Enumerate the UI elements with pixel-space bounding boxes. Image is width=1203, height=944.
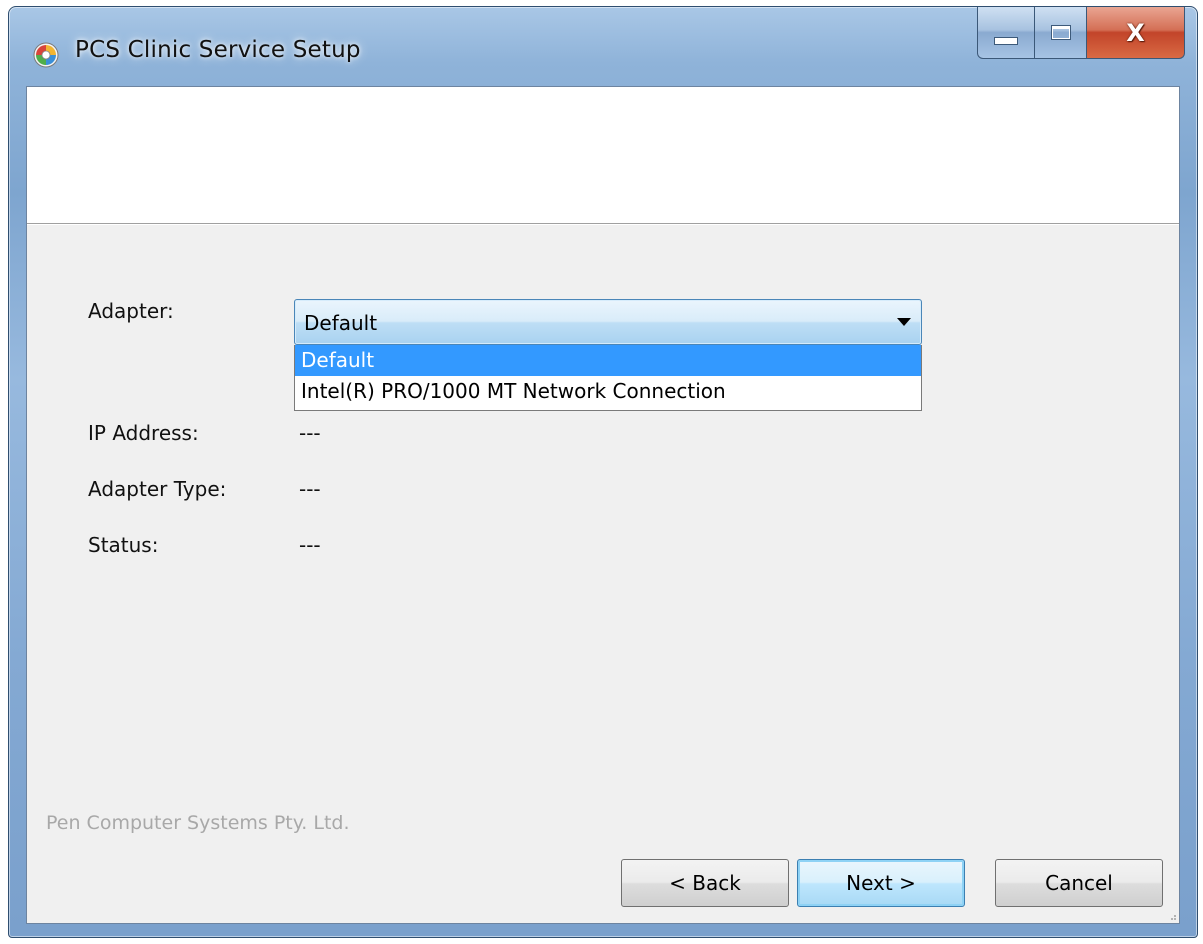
window-title: PCS Clinic Service Setup [75, 37, 361, 63]
window-controls: X [977, 7, 1185, 63]
resize-grip-icon[interactable] [1167, 911, 1177, 921]
app-icon [33, 42, 59, 68]
adapter-combobox[interactable]: Default [294, 299, 922, 345]
cancel-button[interactable]: Cancel [995, 859, 1163, 907]
adapter-type-label: Adapter Type: [88, 477, 227, 501]
next-button[interactable]: Next > [797, 859, 965, 907]
adapter-option-intel[interactable]: Intel(R) PRO/1000 MT Network Connection [295, 376, 921, 407]
client-area: Adapter: Default Default Intel(R) PRO/10… [26, 86, 1180, 924]
status-value: --- [299, 533, 321, 557]
adapter-option-default[interactable]: Default [295, 345, 921, 376]
back-button[interactable]: < Back [621, 859, 789, 907]
adapter-label: Adapter: [88, 299, 174, 323]
chevron-down-icon[interactable] [897, 318, 911, 326]
status-label: Status: [88, 533, 159, 557]
adapter-selected-value: Default [304, 311, 378, 335]
maximize-icon [1050, 25, 1071, 40]
close-icon: X [1126, 18, 1145, 47]
title-bar[interactable]: PCS Clinic Service Setup X [9, 7, 1197, 87]
maximize-button[interactable] [1035, 7, 1087, 59]
ip-address-value: --- [299, 421, 321, 445]
minimize-icon [994, 36, 1018, 45]
minimize-button[interactable] [977, 7, 1035, 59]
header-banner [27, 87, 1179, 223]
header-divider [27, 223, 1179, 225]
adapter-type-value: --- [299, 477, 321, 501]
close-button[interactable]: X [1087, 7, 1185, 59]
vendor-name: Pen Computer Systems Pty. Ltd. [46, 812, 350, 834]
adapter-dropdown-list: Default Intel(R) PRO/1000 MT Network Con… [294, 345, 922, 411]
setup-window: PCS Clinic Service Setup X Adapter: Defa… [8, 6, 1198, 938]
ip-address-label: IP Address: [88, 421, 199, 445]
